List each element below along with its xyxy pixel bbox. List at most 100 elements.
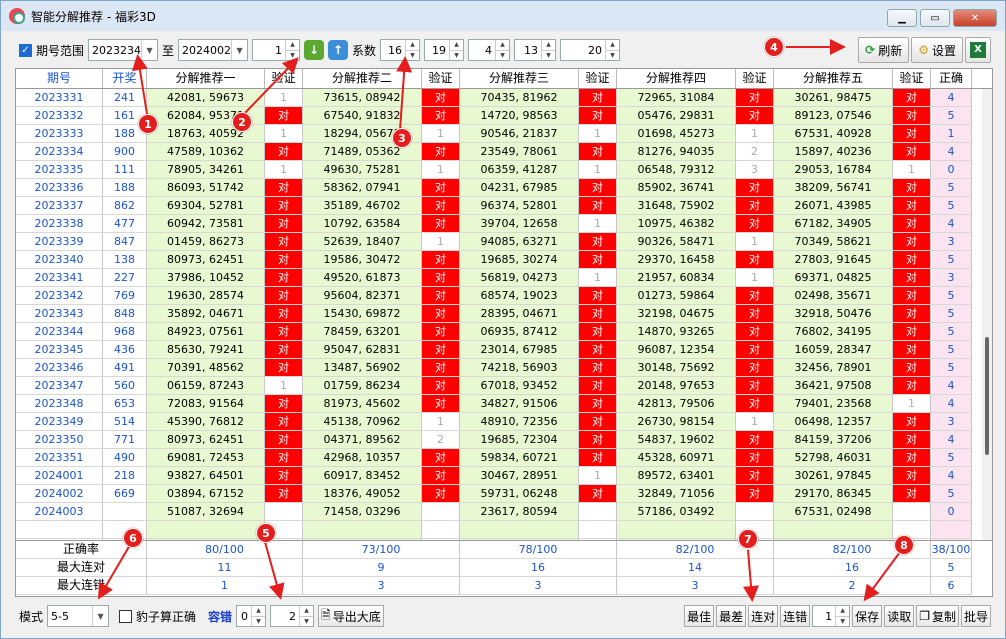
verify-cell[interactable]: 1 (265, 89, 303, 107)
recommend-cell[interactable]: 06359, 41287 (460, 161, 579, 179)
verify-cell[interactable]: 对 (579, 107, 617, 125)
verify-cell[interactable] (893, 503, 931, 521)
verify-cell[interactable]: 对 (736, 251, 774, 269)
table-row[interactable]: 2023339 847 01459, 86273 对 52639, 18407 1 9408… (16, 233, 992, 251)
table-row[interactable]: 2023346 491 70391, 48562 对 13487, 56902 对 7421… (16, 359, 992, 377)
recommend-cell[interactable]: 30467, 28951 (460, 467, 579, 485)
verify-cell[interactable]: 对 (579, 341, 617, 359)
correct-count-cell[interactable]: 3 (931, 269, 972, 287)
recommend-cell[interactable]: 23014, 67985 (460, 341, 579, 359)
recommend-cell[interactable]: 80973, 62451 (147, 431, 265, 449)
refresh-button[interactable]: ⟳ 刷新 (858, 37, 910, 63)
draw-cell[interactable]: 491 (103, 359, 147, 377)
recommend-cell[interactable]: 39704, 12658 (460, 215, 579, 233)
verify-cell[interactable]: 1 (265, 161, 303, 179)
recommend-cell[interactable]: 85902, 36741 (617, 179, 736, 197)
column-header[interactable]: 验证 (265, 69, 303, 88)
recommend-cell[interactable] (460, 521, 579, 539)
streak-ok-button[interactable]: 连对 (748, 605, 779, 627)
recommend-cell[interactable]: 29170, 86345 (774, 485, 893, 503)
recommend-cell[interactable]: 01459, 86273 (147, 233, 265, 251)
recommend-cell[interactable]: 84923, 07561 (147, 323, 265, 341)
column-header[interactable]: 验证 (422, 69, 460, 88)
recommend-cell[interactable]: 19586, 30472 (303, 251, 422, 269)
verify-cell[interactable]: 对 (736, 287, 774, 305)
draw-cell[interactable]: 218 (103, 467, 147, 485)
recommend-cell[interactable]: 67540, 91832 (303, 107, 422, 125)
verify-cell[interactable]: 对 (265, 179, 303, 197)
column-header[interactable]: 验证 (579, 69, 617, 88)
recommend-cell[interactable]: 01698, 45273 (617, 125, 736, 143)
period-cell[interactable]: 2023350 (16, 431, 103, 449)
recommend-cell[interactable]: 26071, 43985 (774, 197, 893, 215)
period-cell[interactable]: 2023343 (16, 305, 103, 323)
table-row[interactable]: 2023336 188 86093, 51742 对 58362, 07941 对 0423… (16, 179, 992, 197)
chevron-down-icon[interactable]: ▼ (231, 40, 247, 60)
draw-cell[interactable]: 771 (103, 431, 147, 449)
column-header[interactable]: 分解推荐二 (303, 69, 422, 88)
draw-cell[interactable]: 138 (103, 251, 147, 269)
close-button[interactable]: ✕ (953, 9, 997, 27)
period-to-combo[interactable]: 2024002 ▼ (178, 39, 249, 61)
verify-cell[interactable]: 对 (579, 395, 617, 413)
correct-count-cell[interactable]: 4 (931, 431, 972, 449)
recommend-cell[interactable]: 48910, 72356 (460, 413, 579, 431)
verify-cell[interactable]: 对 (579, 251, 617, 269)
recommend-cell[interactable]: 32918, 50476 (774, 305, 893, 323)
streak-err-button[interactable]: 连错 (780, 605, 811, 627)
recommend-cell[interactable]: 67531, 02498 (774, 503, 893, 521)
verify-cell[interactable]: 对 (579, 377, 617, 395)
correct-count-cell[interactable]: 4 (931, 215, 972, 233)
recommend-cell[interactable]: 68574, 19023 (460, 287, 579, 305)
correct-count-cell[interactable]: 5 (931, 107, 972, 125)
recommend-cell[interactable]: 04371, 89562 (303, 431, 422, 449)
stepper-up-icon[interactable]: ▲ (836, 606, 849, 616)
verify-cell[interactable]: 对 (265, 215, 303, 233)
verify-cell[interactable]: 对 (893, 125, 931, 143)
table-row[interactable]: 2024003 51087, 32694 71458, 03296 23617, 80… (16, 503, 992, 521)
verify-cell[interactable]: 对 (422, 467, 460, 485)
recommend-cell[interactable]: 15430, 69872 (303, 305, 422, 323)
verify-cell[interactable]: 对 (893, 287, 931, 305)
recommend-cell[interactable]: 84159, 37206 (774, 431, 893, 449)
verify-cell[interactable] (265, 503, 303, 521)
verify-cell[interactable]: 对 (265, 341, 303, 359)
verify-cell[interactable]: 2 (422, 431, 460, 449)
recommend-cell[interactable]: 78459, 63201 (303, 323, 422, 341)
verify-cell[interactable]: 1 (893, 161, 931, 179)
table-row[interactable]: 2023350 771 80973, 62451 对 04371, 89562 2 1968… (16, 431, 992, 449)
column-header[interactable]: 验证 (893, 69, 931, 88)
verify-cell[interactable]: 1 (265, 377, 303, 395)
stepper-up-icon[interactable]: ▲ (300, 606, 313, 616)
verify-cell[interactable]: 对 (579, 431, 617, 449)
chevron-down-icon[interactable]: ▼ (92, 606, 108, 626)
recommend-cell[interactable]: 47589, 10362 (147, 143, 265, 161)
verify-cell[interactable]: 对 (265, 269, 303, 287)
period-cell[interactable]: 2023347 (16, 377, 103, 395)
recommend-cell[interactable]: 14870, 93265 (617, 323, 736, 341)
recommend-cell[interactable]: 80973, 62451 (147, 251, 265, 269)
maximize-button[interactable]: ▭ (920, 9, 950, 27)
recommend-cell[interactable]: 37986, 10452 (147, 269, 265, 287)
recommend-cell[interactable]: 56819, 04273 (460, 269, 579, 287)
verify-cell[interactable]: 对 (736, 305, 774, 323)
save-button[interactable]: 保存 (852, 605, 883, 627)
verify-cell[interactable] (579, 503, 617, 521)
correct-count-cell[interactable]: 5 (931, 287, 972, 305)
export-base-button[interactable]: 🗎 导出大底 (318, 605, 384, 627)
column-header[interactable]: 正确 (931, 69, 972, 88)
recommend-cell[interactable]: 32456, 78901 (774, 359, 893, 377)
stepper-down-icon[interactable]: ▼ (286, 49, 300, 61)
verify-cell[interactable]: 对 (736, 377, 774, 395)
period-cell[interactable]: 2024001 (16, 467, 103, 485)
verify-cell[interactable]: 对 (736, 341, 774, 359)
verify-cell[interactable]: 对 (893, 377, 931, 395)
table-row[interactable]: 2023331 241 42081, 59673 1 73615, 08942 对 7043… (16, 89, 992, 107)
correct-count-cell[interactable]: 0 (931, 503, 972, 521)
count-stepper[interactable]: 1 ▲ ▼ (252, 39, 301, 61)
table-row[interactable]: 2023337 862 69304, 52781 对 35189, 46702 对 9637… (16, 197, 992, 215)
table-row[interactable]: 2023335 111 78905, 34261 1 49630, 75281 1 0635… (16, 161, 992, 179)
stepper-down-icon[interactable]: ▼ (252, 615, 266, 627)
correct-count-cell[interactable]: 0 (931, 161, 972, 179)
recommend-cell[interactable]: 01759, 86234 (303, 377, 422, 395)
